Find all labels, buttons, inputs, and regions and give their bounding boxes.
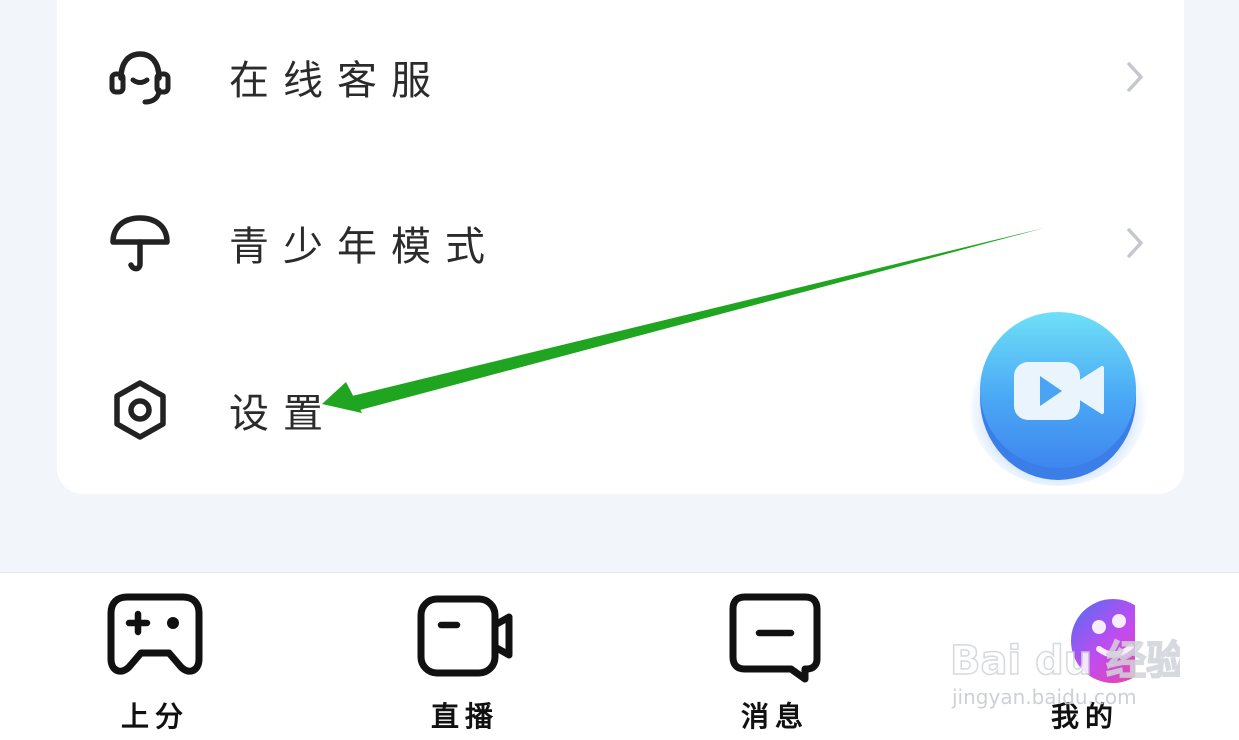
tab-label: 直播	[430, 700, 499, 733]
camera-icon	[415, 591, 515, 683]
gamepad-icon	[105, 591, 205, 683]
menu-item-label: 设置	[229, 391, 337, 437]
menu-item-label: 在线客服	[229, 58, 445, 104]
tab-messages[interactable]: 消息	[695, 591, 855, 736]
tab-label: 上分	[120, 700, 189, 733]
tab-label: 我的	[1050, 700, 1119, 733]
hexagon-settings-icon	[107, 377, 173, 443]
message-icon	[725, 591, 825, 683]
menu-item-online-service[interactable]: 在线客服	[57, 17, 1184, 137]
menu-item-teen-mode[interactable]: 青少年模式	[57, 183, 1184, 303]
tab-profile[interactable]: 我的	[1005, 591, 1165, 736]
tab-label: 消息	[740, 700, 809, 733]
umbrella-icon	[107, 210, 173, 276]
live-video-button[interactable]	[968, 298, 1148, 486]
chevron-right-icon	[1124, 60, 1146, 94]
chevron-right-icon	[1124, 226, 1146, 260]
menu-item-label: 青少年模式	[229, 224, 499, 270]
tab-live[interactable]: 直播	[385, 591, 545, 736]
bottom-tab-bar: 上分 直播 消息 我的	[0, 572, 1239, 740]
headset-icon	[107, 44, 173, 110]
video-camera-icon	[968, 312, 1148, 486]
tab-rank-up[interactable]: 上分	[75, 591, 235, 736]
profile-avatar-icon	[1035, 591, 1135, 683]
